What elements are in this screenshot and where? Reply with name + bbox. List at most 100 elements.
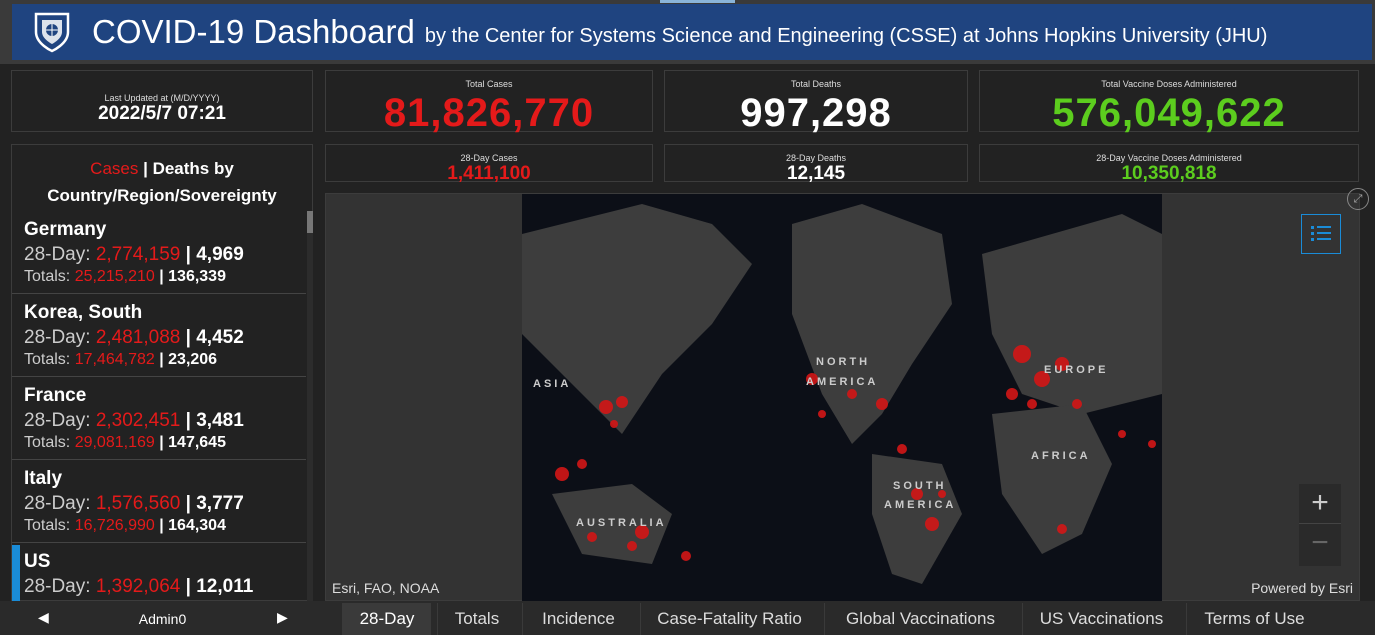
row-totals: Totals: 16,726,990 | 164,304	[24, 517, 226, 535]
deaths-total: 147,645	[168, 434, 226, 451]
prefix-28: 28-Day:	[24, 493, 96, 514]
map-label-africa: AFRICA	[1031, 450, 1091, 462]
deaths-total: 164,304	[168, 517, 226, 534]
list-item[interactable]: Germany 28-Day: 2,774,159 | 4,969 Totals…	[12, 211, 306, 294]
map-label-north: NORTH	[816, 356, 871, 368]
list-scroll-thumb[interactable]	[307, 211, 313, 233]
list-item[interactable]: France 28-Day: 2,302,451 | 3,481 Totals:…	[12, 377, 306, 460]
tab-us-vaccinations[interactable]: US Vaccinations	[1022, 603, 1180, 635]
prefix-tot: Totals:	[24, 517, 75, 534]
dashboard-header: COVID-19 Dashboard by the Center for Sys…	[12, 4, 1372, 60]
deaths-28: 4,969	[196, 244, 244, 265]
prefix-28: 28-Day:	[24, 244, 96, 265]
jhu-shield-icon	[34, 12, 70, 53]
row-totals: Totals: 29,081,169 | 147,645	[24, 434, 226, 452]
tab-totals[interactable]: Totals	[437, 603, 516, 635]
vaccine-28-label: 28-Day Vaccine Doses Administered	[1096, 153, 1242, 163]
list-item[interactable]: US 28-Day: 1,392,064 | 12,011	[12, 543, 306, 601]
heading-cases: Cases	[90, 159, 139, 178]
deaths-28-panel: 28-Day Deaths 12,145	[664, 144, 968, 184]
row-sep: |	[180, 576, 197, 597]
total-deaths-value: 997,298	[740, 91, 892, 135]
cases-28-value: 1,411,100	[447, 163, 531, 184]
page-title: COVID-19 Dashboard	[92, 13, 415, 50]
total-deaths-label: Total Deaths	[790, 79, 842, 89]
nav-next-icon[interactable]: ▶	[277, 609, 288, 626]
row-sep: |	[180, 493, 197, 514]
row-sep: |	[154, 268, 169, 285]
cases-28: 1,576,560	[95, 493, 181, 514]
top-accent	[660, 0, 735, 3]
prefix-tot: Totals:	[24, 351, 75, 368]
admin-level-label: Admin0	[138, 611, 187, 627]
total-vaccine-label: Total Vaccine Doses Administered	[1101, 79, 1237, 89]
expand-icon[interactable]: ⤢	[1347, 188, 1369, 210]
cases-28-label: 28-Day Cases	[460, 153, 518, 163]
list-scrollbar[interactable]	[307, 211, 313, 601]
cases-total: 29,081,169	[74, 434, 155, 451]
zoom-controls: + −	[1299, 484, 1341, 566]
country-name: Korea, South	[24, 302, 143, 323]
legend-list-icon[interactable]	[1301, 214, 1341, 254]
row-sep: |	[154, 434, 169, 451]
row-28-day: 28-Day: 2,302,451 | 3,481	[24, 410, 244, 432]
row-totals: Totals: 17,464,782 | 23,206	[24, 351, 217, 369]
country-list-panel: Cases | Deaths by Country/Region/Soverei…	[11, 144, 313, 601]
list-item[interactable]: Korea, South 28-Day: 2,481,088 | 4,452 T…	[12, 294, 306, 377]
cases-total: 16,726,990	[74, 517, 155, 534]
last-updated-value: 2022/5/7 07:21	[98, 103, 226, 124]
page-subtitle: by the Center for Systems Science and En…	[424, 24, 1268, 47]
prefix-tot: Totals:	[24, 434, 75, 451]
country-list[interactable]: Germany 28-Day: 2,774,159 | 4,969 Totals…	[12, 211, 306, 601]
map-label-america-s: AMERICA	[884, 499, 957, 511]
tab-incidence[interactable]: Incidence	[522, 603, 634, 635]
prefix-28: 28-Day:	[24, 327, 96, 348]
country-list-heading: Cases | Deaths by Country/Region/Soverei…	[12, 145, 312, 209]
cases-total: 17,464,782	[74, 351, 155, 368]
last-updated-panel: Last Updated at (M/D/YYYY) 2022/5/7 07:2…	[11, 70, 313, 132]
deaths-28: 3,481	[196, 410, 244, 431]
tab-case-fatality[interactable]: Case-Fatality Ratio	[640, 603, 818, 635]
deaths-28-label: 28-Day Deaths	[785, 153, 847, 163]
list-item[interactable]: Italy 28-Day: 1,576,560 | 3,777 Totals: …	[12, 460, 306, 543]
row-28-day: 28-Day: 2,774,159 | 4,969	[24, 244, 244, 266]
map-label-america-n: AMERICA	[806, 376, 879, 388]
zoom-in-button[interactable]: +	[1299, 484, 1341, 524]
vaccine-28-value: 10,350,818	[1121, 163, 1217, 184]
row-sep: |	[154, 351, 169, 368]
total-deaths-panel: Total Deaths 997,298	[664, 70, 968, 135]
nav-prev-icon[interactable]: ◀	[38, 609, 49, 626]
heading-line2: Country/Region/Sovereignty	[47, 186, 277, 205]
map-credit-left: Esri, FAO, NOAA	[332, 580, 440, 596]
total-cases-panel: Total Cases 81,826,770	[325, 70, 653, 135]
country-name: US	[24, 551, 51, 572]
zoom-out-button[interactable]: −	[1299, 525, 1341, 565]
prefix-tot: Totals:	[24, 268, 75, 285]
deaths-28-value: 12,145	[786, 163, 846, 184]
tab-28-day[interactable]: 28-Day	[342, 603, 431, 635]
cases-28: 1,392,064	[95, 576, 181, 597]
country-name: Germany	[24, 219, 107, 240]
deaths-28: 4,452	[196, 327, 244, 348]
total-cases-label: Total Cases	[465, 79, 513, 89]
tab-global-vaccinations[interactable]: Global Vaccinations	[824, 603, 1016, 635]
world-map[interactable]: ASIA NORTH AMERICA EUROPE AFRICA SOUTH A…	[325, 193, 1360, 602]
country-name: Italy	[24, 468, 63, 489]
heading-deaths: Deaths by	[152, 159, 234, 178]
map-land	[522, 204, 1162, 584]
tab-terms-of-use[interactable]: Terms of Use	[1186, 603, 1322, 635]
last-updated-label: Last Updated at (M/D/YYYY)	[104, 93, 220, 103]
cases-28-panel: 28-Day Cases 1,411,100	[325, 144, 653, 184]
row-28-day: 28-Day: 1,576,560 | 3,777	[24, 493, 244, 515]
map-label-asia: ASIA	[533, 378, 572, 390]
map-label-south: SOUTH	[893, 480, 947, 492]
map-credit-right[interactable]: Powered by Esri	[1251, 580, 1353, 596]
deaths-28: 12,011	[196, 576, 254, 597]
deaths-total: 136,339	[168, 268, 226, 285]
heading-sep: |	[138, 159, 153, 178]
cases-total: 25,215,210	[74, 268, 155, 285]
total-cases-value: 81,826,770	[383, 91, 595, 135]
vaccine-28-panel: 28-Day Vaccine Doses Administered 10,350…	[979, 144, 1359, 184]
row-sep: |	[180, 410, 197, 431]
cases-28: 2,774,159	[95, 244, 181, 265]
